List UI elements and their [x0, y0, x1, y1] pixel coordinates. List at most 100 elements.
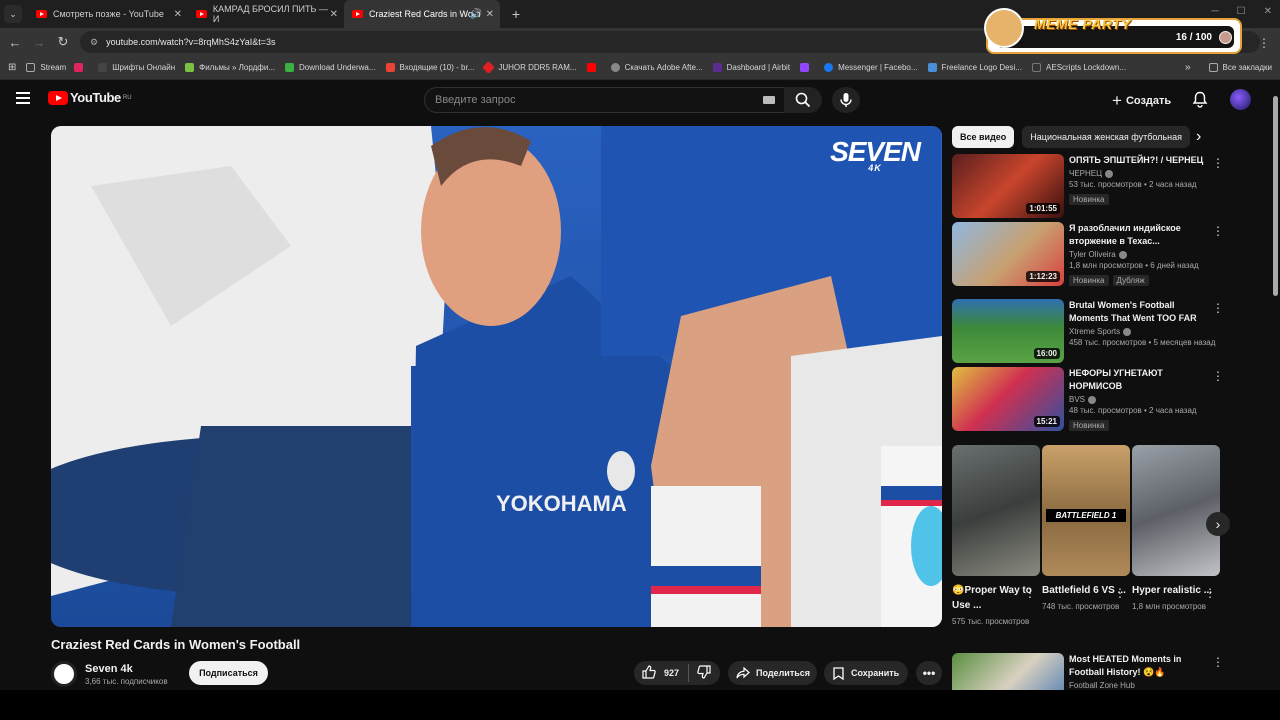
speaker-icon[interactable]: 🔊 [470, 9, 482, 20]
share-icon [736, 667, 750, 679]
all-bookmarks[interactable]: Все закладки [1223, 63, 1272, 72]
maximize-icon[interactable]: ☐ [1237, 6, 1246, 17]
voice-search-button[interactable] [832, 87, 860, 113]
minimize-icon[interactable]: ─ [1212, 6, 1219, 17]
site-info-icon[interactable]: ⚙ [90, 37, 98, 48]
rec-channel: Xtreme Sports [1069, 327, 1209, 336]
forward-icon[interactable]: → [27, 35, 51, 50]
youtube-logo[interactable]: YouTube RU [48, 90, 132, 105]
list-item[interactable]: 16:00 Brutal Women's Football Moments Th… [952, 299, 1224, 363]
rec-meta: 1,8 млн просмотров • 6 дней назад [1069, 261, 1199, 270]
close-tab-icon[interactable]: ✕ [330, 9, 338, 20]
notifications-button[interactable] [1192, 91, 1208, 113]
subscriber-count: 3,66 тыс. подписчиков [85, 676, 168, 686]
tab-watch-later[interactable]: Смотреть позже - YouTube ✕ [28, 0, 188, 28]
search-input[interactable]: Введите запрос [424, 87, 786, 113]
more-options-icon[interactable]: ⋮ [1212, 655, 1222, 669]
subscribe-button[interactable]: Подписаться [189, 661, 268, 685]
bookmark-item[interactable]: Скачать Adobe Afte... [610, 63, 703, 72]
thumbs-down-icon [697, 665, 711, 679]
bookmark-favicon-icon [927, 63, 937, 72]
channel-name[interactable]: Seven 4k [85, 663, 168, 675]
channel-avatar[interactable] [51, 661, 77, 687]
new-badge: Новинка [1069, 420, 1109, 431]
bookmark-item[interactable] [800, 63, 814, 72]
bookmark-item[interactable]: Шрифты Онлайн [98, 63, 175, 72]
like-button[interactable] [642, 665, 656, 681]
verified-icon [1105, 169, 1114, 178]
folder-icon [1208, 63, 1218, 72]
bookmark-item[interactable]: Messenger | Facebo... [824, 63, 918, 72]
more-bookmarks-icon[interactable]: » [1185, 62, 1191, 73]
bookmark-item[interactable]: Dashboard | Airbit [712, 63, 790, 72]
back-icon[interactable]: ← [3, 35, 27, 50]
verified-icon [1118, 250, 1127, 259]
short-thumbnail[interactable]: BATTLEFIELD 1 [1042, 445, 1130, 576]
more-options-icon[interactable]: ⋮ [1212, 156, 1224, 170]
more-options-icon[interactable]: ⋮ [1024, 586, 1036, 600]
video-thumbnail[interactable]: 15:21 [952, 367, 1064, 431]
reload-icon[interactable]: ↻ [51, 34, 75, 50]
scrollbar[interactable] [1273, 96, 1278, 296]
video-thumbnail[interactable] [952, 653, 1064, 690]
video-player[interactable]: YOKOHAMA SEVEN 4K [51, 126, 942, 627]
bookmark-item[interactable] [586, 63, 601, 72]
doge-icon [984, 8, 1024, 48]
share-button[interactable]: Поделиться [728, 661, 817, 685]
more-options-icon[interactable]: ⋮ [1212, 224, 1224, 238]
tab-search-button[interactable]: ⌄ [4, 5, 22, 23]
more-actions-icon[interactable]: ••• [916, 661, 942, 685]
list-item[interactable]: 1:01:55 ОПЯТЬ ЭПШТЕЙН?! / ЧЕРНЕЦ ЧЕРНЕЦ … [952, 154, 1224, 218]
close-tab-icon[interactable]: ✕ [486, 9, 494, 20]
rec-title[interactable]: ОПЯТЬ ЭПШТЕЙН?! / ЧЕРНЕЦ [1069, 154, 1209, 167]
tab-kamrad[interactable]: КАМРАД БРОСИЛ ПИТЬ — И ✕ [188, 0, 344, 28]
apps-icon[interactable]: ⊞ [8, 62, 16, 73]
dub-badge: Дубляж [1112, 275, 1149, 286]
menu-icon[interactable] [16, 92, 30, 107]
close-window-icon[interactable]: ✕ [1264, 6, 1272, 17]
keyboard-icon[interactable] [763, 96, 775, 104]
rec-meta: 53 тыс. просмотров • 2 часа назад [1069, 180, 1197, 189]
short-thumbnail[interactable] [952, 445, 1040, 576]
account-avatar[interactable] [1230, 89, 1251, 110]
chevron-right-icon[interactable]: › [1196, 128, 1201, 146]
bookmark-item[interactable] [74, 63, 88, 72]
save-button[interactable]: Сохранить [824, 661, 908, 685]
short-thumbnail[interactable] [1132, 445, 1220, 576]
rec-title[interactable]: Я разоблачил индийское вторжение в Техас… [1069, 222, 1209, 248]
more-options-icon[interactable]: ⋮ [1212, 301, 1224, 315]
browser-menu-icon[interactable]: ⋮ [1258, 36, 1270, 50]
rec-title[interactable]: Most HEATED Moments in Football History!… [1069, 653, 1209, 679]
search-button[interactable] [784, 87, 822, 113]
close-tab-icon[interactable]: ✕ [174, 9, 182, 20]
bookmark-item[interactable]: Download Underwa... [285, 63, 376, 72]
more-options-icon[interactable]: ⋮ [1114, 586, 1126, 600]
list-item[interactable]: 15:21 НЕФОРЫ УГНЕТАЮТ НОРМИСОВ BVS 48 ты… [952, 367, 1224, 431]
rec-title[interactable]: Brutal Women's Football Moments That Wen… [1069, 299, 1209, 325]
dislike-button[interactable] [697, 665, 711, 681]
microphone-icon [840, 93, 852, 107]
tab-current-video[interactable]: Craziest Red Cards in Wom 🔊 ✕ [344, 0, 500, 28]
more-options-icon[interactable]: ⋮ [1204, 586, 1216, 600]
chip-womens-football[interactable]: Национальная женская футбольная [1022, 126, 1190, 148]
list-item[interactable]: 1:12:23 Я разоблачил индийское вторжение… [952, 222, 1224, 286]
bookmark-item[interactable]: Входящие (10) - br... [385, 63, 474, 72]
short-overlay-text: BATTLEFIELD 1 [1046, 509, 1126, 522]
verified-icon [1088, 395, 1097, 404]
create-button[interactable]: + Создать [1112, 91, 1171, 111]
new-tab-button[interactable]: + [506, 4, 526, 24]
bookmark-item[interactable]: Stream [26, 63, 66, 72]
more-options-icon[interactable]: ⋮ [1212, 369, 1224, 383]
rec-title[interactable]: НЕФОРЫ УГНЕТАЮТ НОРМИСОВ [1069, 367, 1209, 393]
shorts-next-button[interactable]: › [1206, 512, 1230, 536]
bookmark-item[interactable]: AEScripts Lockdown... [1032, 63, 1126, 72]
bookmark-item[interactable]: Фильмы » Лордфи... [185, 63, 275, 72]
video-thumbnail[interactable]: 1:01:55 [952, 154, 1064, 218]
video-thumbnail[interactable]: 1:12:23 [952, 222, 1064, 286]
video-thumbnail[interactable]: 16:00 [952, 299, 1064, 363]
search-icon [795, 92, 811, 108]
list-item[interactable]: Most HEATED Moments in Football History!… [952, 653, 1222, 690]
bookmark-item[interactable]: Freelance Logo Desi... [927, 63, 1022, 72]
chip-all-videos[interactable]: Все видео [952, 126, 1015, 148]
bookmark-item[interactable]: JUHOR DDR5 RAM... [482, 61, 577, 74]
